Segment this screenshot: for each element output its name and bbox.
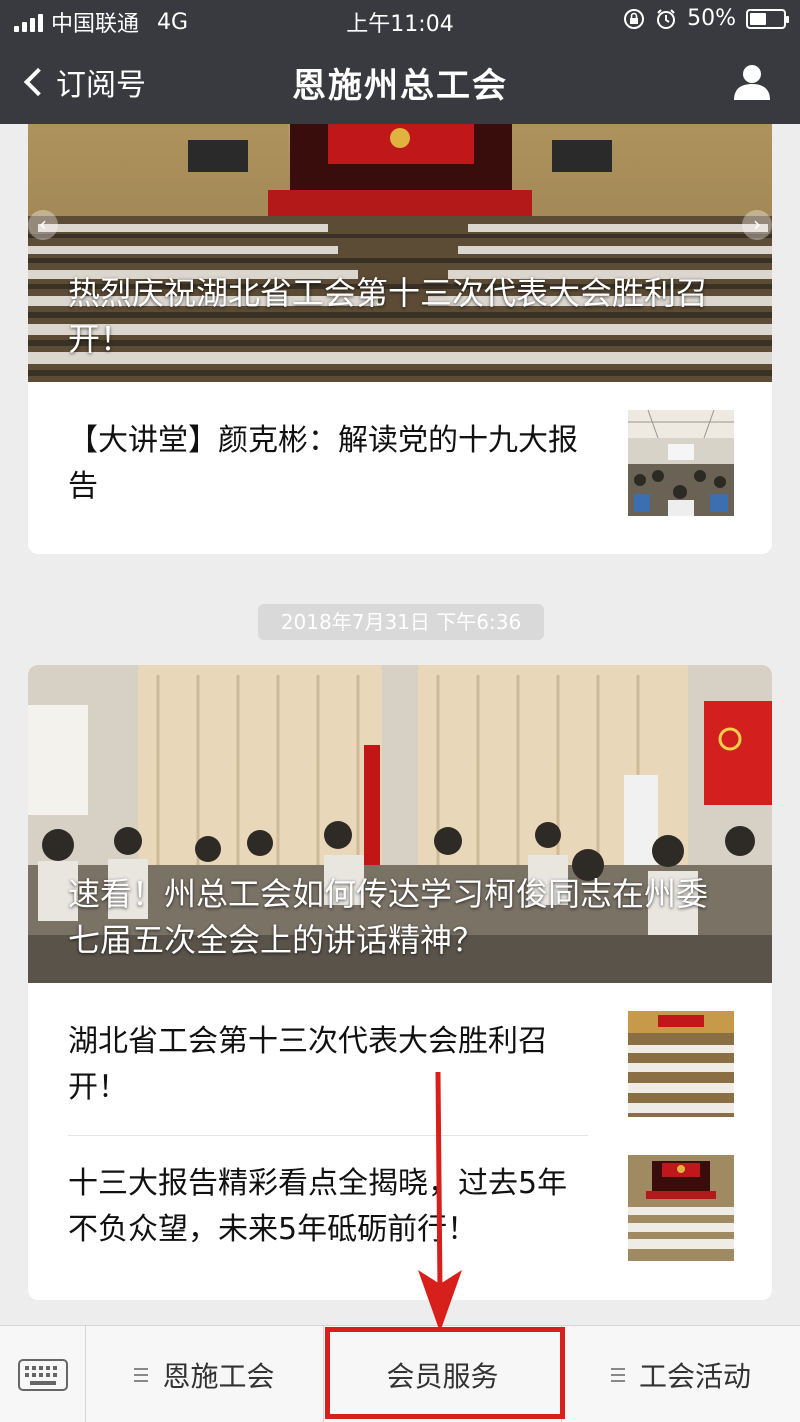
page-title: 恩施州总工会 [292, 66, 508, 106]
alarm-icon [657, 8, 676, 29]
cover-article[interactable]: 速看！州总工会如何传达学习柯俊同志在州委七届五次全会上的讲话精神？ [28, 665, 772, 983]
menu-list-icon [134, 1367, 149, 1382]
battery-icon [746, 8, 789, 29]
status-right: 50% [623, 6, 789, 31]
status-bar: 中国联通 4G 上午11:04 50% [0, 0, 800, 40]
article-title: 湖北省工会第十三次代表大会胜利召开！ [68, 1024, 548, 1105]
article-title: 十三大报告精彩看点全揭晓，过去5年不负众望，未来5年砥砺前行！ [68, 1166, 568, 1247]
keyboard-icon [18, 1359, 68, 1391]
menu-enshi-union[interactable]: 恩施工会 [86, 1326, 324, 1422]
article-card: ‹ › 热烈庆祝湖北省工会第十三次代表大会胜利召开！ 【大讲堂】颜克彬：解读党的… [28, 124, 772, 554]
menu-list-icon [610, 1367, 625, 1382]
cover-article[interactable]: ‹ › 热烈庆祝湖北省工会第十三次代表大会胜利召开！ [28, 124, 772, 382]
article-title: 【大讲堂】颜克彬：解读党的十九大报告 [68, 423, 578, 504]
list-item[interactable]: 【大讲堂】颜克彬：解读党的十九大报告 [28, 382, 772, 532]
carousel-prev-icon[interactable]: ‹ [28, 210, 58, 240]
carousel-next-icon[interactable]: › [742, 210, 772, 240]
menu-label: 工会活动 [638, 1359, 751, 1393]
top-bar: 中国联通 4G 上午11:04 50% 订阅号 恩施州总工会 [0, 0, 800, 124]
annotation-highlight-box [325, 1327, 565, 1419]
article-thumbnail [628, 1011, 734, 1117]
cover-title: 速看！州总工会如何传达学习柯俊同志在州委七届五次全会上的讲话精神？ [68, 875, 709, 959]
rotation-lock-icon [624, 8, 645, 29]
menu-label: 恩施工会 [162, 1359, 275, 1393]
article-thumbnail [628, 1155, 734, 1261]
keyboard-toggle[interactable] [0, 1326, 86, 1422]
profile-icon[interactable] [732, 62, 772, 102]
article-thumbnail [628, 410, 734, 516]
cover-title: 热烈庆祝湖北省工会第十三次代表大会胜利召开！ [68, 274, 709, 358]
nav-bar: 订阅号 恩施州总工会 [0, 40, 800, 124]
battery-level [750, 12, 766, 25]
timestamp-badge: 2018年7月31日 下午6:36 [258, 604, 544, 640]
battery-percent: 50% [687, 6, 736, 31]
menu-union-activities[interactable]: 工会活动 [562, 1326, 800, 1422]
annotation-arrow [418, 1071, 462, 1332]
